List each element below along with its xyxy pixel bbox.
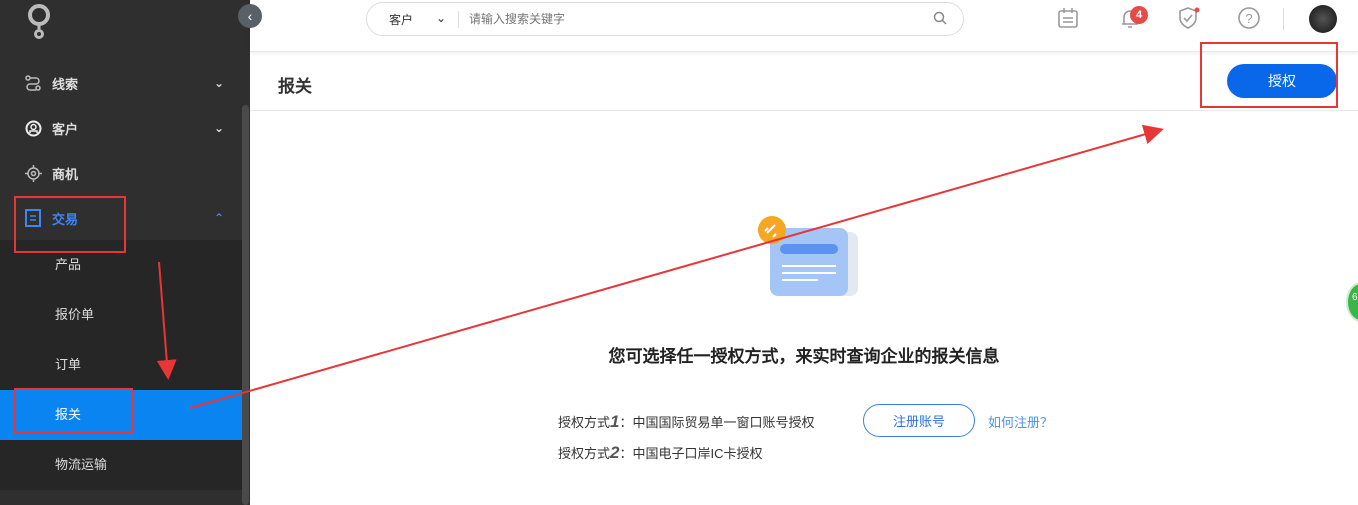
annotation-arrow [156,261,177,380]
annotation-arrows [156,124,1164,409]
collapse-sidebar-button[interactable]: ‹ [238,4,262,28]
annotation-arrow [189,124,1164,409]
